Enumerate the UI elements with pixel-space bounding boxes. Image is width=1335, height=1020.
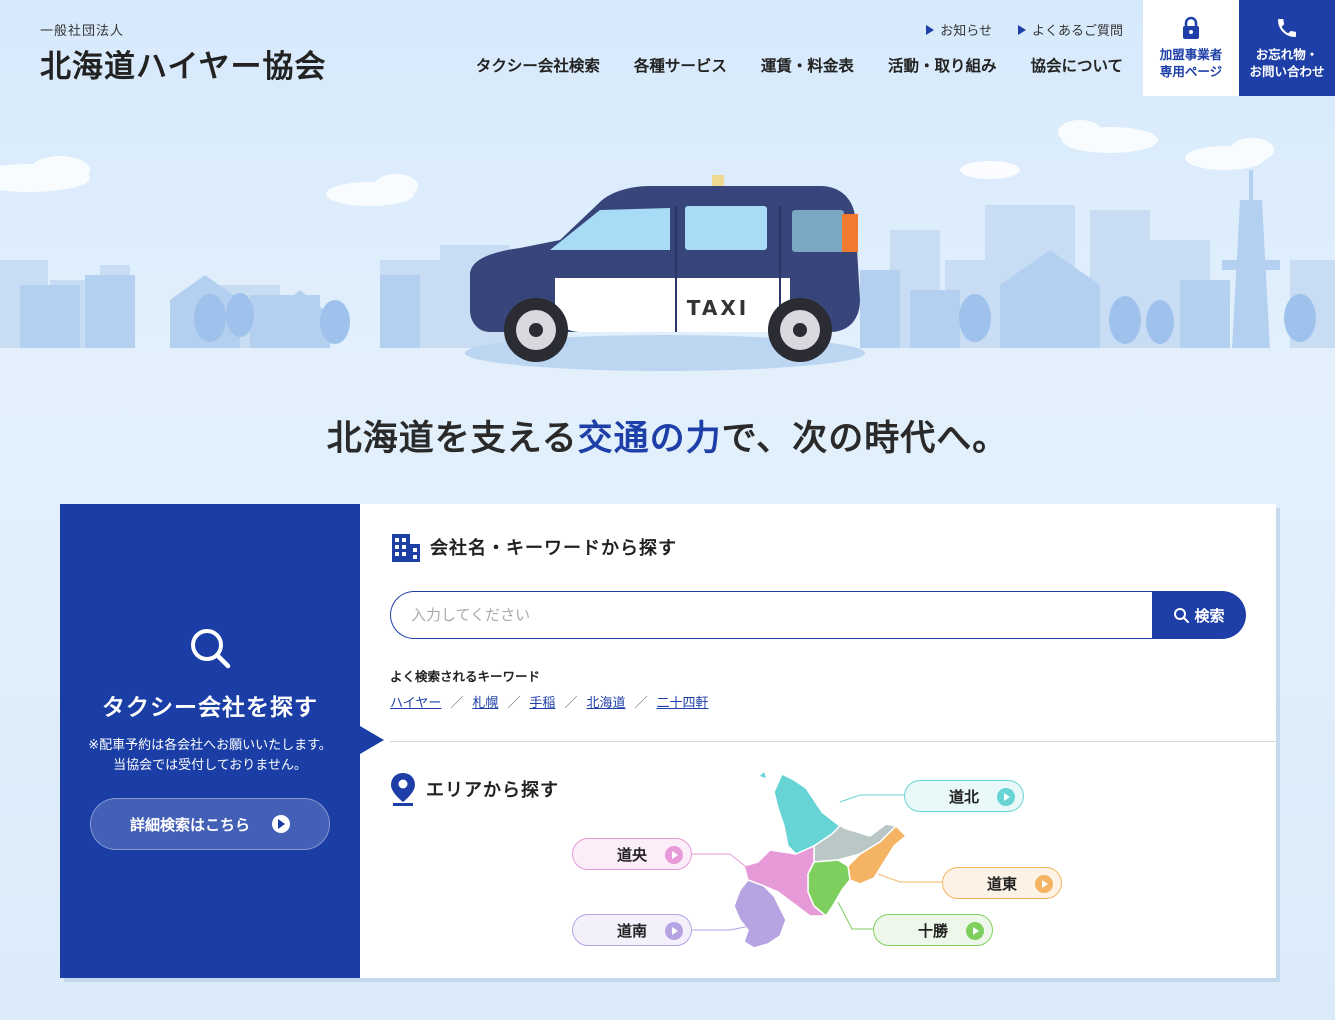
search-icon [1174, 608, 1190, 623]
headline-accent: 交通の力 [577, 419, 722, 459]
detailed-search-label: 詳細検索はこちら [129, 815, 250, 834]
keyword-search-form: 検索 [390, 591, 1246, 639]
nav-fares[interactable]: 運賃・料金表 [761, 54, 854, 76]
region-south-label: 道南 [616, 921, 647, 940]
news-link-label: お知らせ [940, 24, 992, 39]
keyword-search-title: 会社名・キーワードから探す [390, 532, 677, 562]
company-search-panel: タクシー会社を探す ※配車予約は各会社へお願いいたします。 当協会では受付してお… [60, 504, 1276, 978]
keyword-search-button[interactable]: 検索 [1152, 591, 1246, 639]
search-note-line1: ※配車予約は各会社へお願いいたします。 [88, 738, 332, 753]
keyword-search-section: 会社名・キーワードから探す 検索 よく検索されるキーワード ハイヤー／ 札幌／ … [390, 504, 1276, 742]
contact-button[interactable]: お忘れ物・ お問い合わせ [1239, 0, 1335, 96]
site-logo[interactable]: 一般社団法人 北海道ハイヤー協会 [40, 20, 326, 86]
search-icon [191, 629, 231, 669]
contact-button-line1: お忘れ物・ [1255, 46, 1319, 62]
triangle-right-icon [926, 24, 935, 35]
search-note-line2: 当協会では受付しておりません。 [113, 758, 307, 774]
search-intro-column: タクシー会社を探す ※配車予約は各会社へお願いいたします。 当協会では受付してお… [60, 504, 360, 978]
search-intro-note: ※配車予約は各会社へお願いいたします。 当協会では受付しておりません。 [60, 736, 360, 776]
region-button-east[interactable]: 道東 [942, 867, 1062, 899]
arrow-right-icon [272, 815, 290, 833]
keyword-link[interactable]: 北海道 [586, 692, 625, 711]
global-nav: タクシー会社検索 各種サービス 運賃・料金表 活動・取り組み 協会について [476, 54, 1123, 76]
member-page-button[interactable]: 加盟事業者 専用ページ [1143, 0, 1239, 96]
contact-button-line2: お問い合わせ [1249, 64, 1325, 79]
taxi-illustration [465, 175, 865, 371]
news-link[interactable]: お知らせ [926, 20, 992, 39]
region-button-central[interactable]: 道央 [572, 838, 692, 870]
pointer-arrow [360, 726, 384, 754]
arrow-right-icon [665, 846, 683, 864]
nav-taxi-search[interactable]: タクシー会社検索 [476, 54, 600, 76]
arrow-right-icon [665, 922, 683, 940]
region-north-label: 道北 [948, 787, 979, 806]
hero-headline: 北海道を支える交通の力で、次の時代へ。 [0, 410, 1335, 461]
member-button-line1: 加盟事業者 [1159, 46, 1223, 62]
region-central-label: 道央 [616, 845, 647, 864]
keyword-link[interactable]: 二十四軒 [656, 692, 708, 711]
arrow-right-icon [1035, 875, 1053, 893]
lock-icon [1183, 16, 1199, 39]
tv-tower [1222, 170, 1280, 350]
nav-activities[interactable]: 活動・取り組み [888, 54, 997, 76]
logo-title: 北海道ハイヤー協会 [40, 49, 327, 85]
region-button-south[interactable]: 道南 [572, 914, 692, 946]
keyword-link[interactable]: 手稲 [529, 692, 555, 711]
region-button-tokachi[interactable]: 十勝 [873, 914, 993, 946]
search-intro-title: タクシー会社を探す [102, 695, 318, 721]
popular-keywords: ハイヤー／ 札幌／ 手稲／ 北海道／ 二十四軒 [390, 692, 708, 711]
detailed-search-button[interactable]: 詳細検索はこちら [90, 798, 330, 850]
arrow-right-icon [997, 788, 1015, 806]
faq-link[interactable]: よくあるご質問 [1017, 20, 1123, 39]
triangle-right-icon [1017, 24, 1026, 35]
keyword-link[interactable]: ハイヤー [390, 692, 441, 711]
search-button-label: 検索 [1194, 606, 1225, 625]
keyword-link[interactable]: 札幌 [472, 692, 498, 711]
map-leader-lines [692, 794, 942, 931]
hero-illustration: TAXI [0, 120, 1335, 380]
arrow-right-icon [966, 922, 984, 940]
popular-keywords-label: よく検索されるキーワード [390, 669, 541, 684]
nav-services[interactable]: 各種サービス [634, 54, 727, 76]
faq-link-label: よくあるご質問 [1031, 24, 1123, 39]
phone-icon [1278, 18, 1296, 37]
region-east-label: 道東 [986, 874, 1017, 893]
logo-subtitle: 一般社団法人 [40, 24, 125, 39]
headline-part-2: で、次の時代へ。 [721, 419, 1009, 459]
keyword-search-input[interactable] [390, 591, 1152, 639]
region-button-north[interactable]: 道北 [904, 780, 1024, 812]
site-header: 一般社団法人 北海道ハイヤー協会 お知らせ よくあるご質問 タクシー会社検索 各… [0, 0, 1335, 96]
building-icon [392, 534, 420, 562]
headline-part-1: 北海道を支える [326, 419, 578, 459]
area-search-section: エリアから探す 道北 道央 道東 十勝 道南 [390, 742, 1276, 978]
region-tokachi-label: 十勝 [917, 921, 948, 940]
nav-about[interactable]: 協会について [1030, 54, 1123, 76]
taxi-sign: TAXI [687, 296, 749, 320]
utility-links: お知らせ よくあるご質問 [926, 20, 1123, 39]
keyword-search-title-text: 会社名・キーワードから探す [430, 538, 677, 559]
member-button-line2: 専用ページ [1159, 64, 1223, 79]
